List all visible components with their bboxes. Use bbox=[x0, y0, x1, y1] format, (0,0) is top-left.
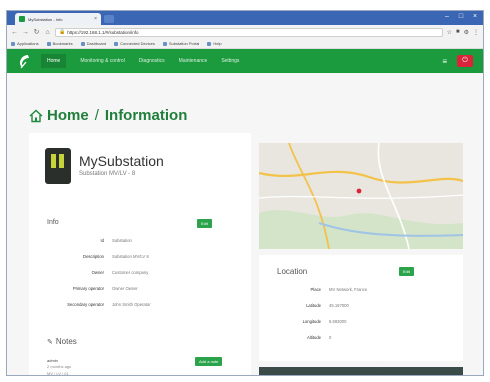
bookmark-icon bbox=[207, 41, 212, 46]
bookmark-item[interactable]: Substation Portal bbox=[162, 41, 199, 46]
location-row: Latitude 45.167000 bbox=[306, 303, 349, 308]
forward-icon[interactable]: → bbox=[22, 29, 29, 36]
window-controls: – □ × bbox=[443, 13, 479, 21]
device-panel: MySubstation Substation MV/LV - 8 Info E… bbox=[29, 133, 251, 376]
back-icon[interactable]: ← bbox=[11, 29, 18, 36]
nav-monitoring[interactable]: Monitoring & control bbox=[80, 58, 124, 64]
reload-icon[interactable]: ↻ bbox=[33, 28, 40, 36]
close-window-icon[interactable]: × bbox=[471, 13, 479, 21]
device-window bbox=[51, 154, 56, 168]
lock-icon: 🔒 bbox=[59, 29, 66, 35]
browser-window: MySubstation - Info × – □ × ← → ↻ ⌂ 🔒 ht… bbox=[6, 10, 484, 376]
info-edit-button[interactable]: Edit bbox=[197, 219, 212, 228]
location-row: Longitude 5.693000 bbox=[302, 319, 347, 324]
location-edit-button[interactable]: Edit bbox=[399, 267, 414, 276]
bookmark-icon bbox=[11, 41, 15, 46]
maximize-icon[interactable]: □ bbox=[457, 13, 465, 21]
address-bar: ← → ↻ ⌂ 🔒 https://192.168.1.1/#/substati… bbox=[7, 25, 483, 39]
location-row: Altitude 0 bbox=[307, 335, 332, 340]
tab-strip: MySubstation - Info × – □ × bbox=[7, 11, 483, 25]
bookmark-item[interactable]: Help bbox=[207, 41, 222, 46]
breadcrumb-separator: / bbox=[94, 107, 99, 124]
location-panel: Location Edit Place MV Network, France La… bbox=[259, 133, 463, 375]
bookmark-icon bbox=[46, 41, 51, 46]
page-title: Home / Information bbox=[29, 107, 187, 124]
bookmark-icon bbox=[162, 41, 167, 46]
breadcrumb-current: Information bbox=[104, 107, 188, 124]
nav-home[interactable]: Home bbox=[41, 54, 67, 68]
tab-title: MySubstation - Info bbox=[28, 16, 63, 22]
bookmark-item[interactable]: Dashboard bbox=[80, 41, 106, 46]
info-heading: Info bbox=[47, 219, 59, 226]
substation-photo bbox=[259, 367, 463, 375]
bookmark-item[interactable]: Bookmarks bbox=[46, 41, 73, 46]
location-map[interactable] bbox=[259, 143, 463, 249]
device-name: MySubstation bbox=[79, 153, 164, 169]
bookmark-item[interactable]: Applications bbox=[11, 41, 39, 46]
bookmark-icon bbox=[114, 41, 119, 46]
main-content: Home / Information MySubstation Substati… bbox=[7, 73, 483, 376]
note-time: 2 months ago bbox=[47, 364, 72, 369]
star-icon[interactable]: ☆ bbox=[447, 29, 452, 36]
url-text: https://192.168.1.1/#/substation/info bbox=[67, 29, 139, 35]
notes-icon: ✎ bbox=[47, 338, 53, 346]
bookmark-icon bbox=[80, 41, 85, 46]
info-row: Description Substation MV/LV 8 bbox=[83, 254, 149, 259]
info-row: Owner Customer company bbox=[91, 270, 149, 275]
logo-icon[interactable] bbox=[17, 53, 31, 69]
add-note-button[interactable]: Add a note bbox=[195, 357, 223, 366]
close-icon[interactable]: × bbox=[94, 16, 97, 22]
breadcrumb-home[interactable]: Home bbox=[47, 107, 89, 124]
new-tab-button[interactable] bbox=[104, 15, 114, 23]
nav-diagnostics[interactable]: Diagnostics bbox=[139, 58, 165, 64]
nav-maintenance[interactable]: Maintenance bbox=[179, 58, 208, 64]
favicon-icon bbox=[19, 16, 25, 22]
extension-icon[interactable]: ■ bbox=[456, 29, 460, 36]
minimize-icon[interactable]: – bbox=[443, 13, 451, 21]
info-row: Id Substation bbox=[100, 238, 132, 243]
note-text: MV / LV / 01 bbox=[47, 371, 69, 376]
browser-tab[interactable]: MySubstation - Info × bbox=[15, 13, 101, 25]
notes-heading: ✎ Notes bbox=[47, 337, 77, 346]
location-row: Place MV Network, France bbox=[310, 287, 368, 292]
info-row: Secondary operator John Smith Operator bbox=[67, 302, 151, 307]
map-graphic bbox=[259, 143, 463, 249]
location-card: Location Edit Place MV Network, France La… bbox=[259, 255, 463, 361]
logout-button[interactable]: ⏻ bbox=[457, 55, 473, 67]
device-image bbox=[45, 148, 71, 184]
url-input[interactable]: 🔒 https://192.168.1.1/#/substation/info bbox=[55, 27, 443, 37]
app-navbar: Home Monitoring & control Diagnostics Ma… bbox=[7, 49, 483, 73]
user-icon[interactable]: ≡ bbox=[442, 57, 447, 66]
device-subtitle: Substation MV/LV - 8 bbox=[79, 171, 136, 177]
bookmarks-bar: Applications Bookmarks Dashboard Connect… bbox=[7, 39, 483, 49]
note-author: admin bbox=[47, 358, 58, 363]
bookmark-item[interactable]: Connected Devices bbox=[114, 41, 155, 46]
info-row: Primary operator Owner Owner bbox=[72, 286, 138, 291]
home-nav-icon[interactable]: ⌂ bbox=[44, 29, 51, 36]
nav-settings[interactable]: Settings bbox=[221, 58, 239, 64]
device-window bbox=[59, 154, 64, 168]
menu-icon[interactable]: ⋮ bbox=[473, 29, 479, 36]
location-heading: Location bbox=[277, 267, 308, 276]
home-icon bbox=[29, 109, 43, 122]
settings-icon[interactable]: ⚙ bbox=[464, 29, 469, 36]
